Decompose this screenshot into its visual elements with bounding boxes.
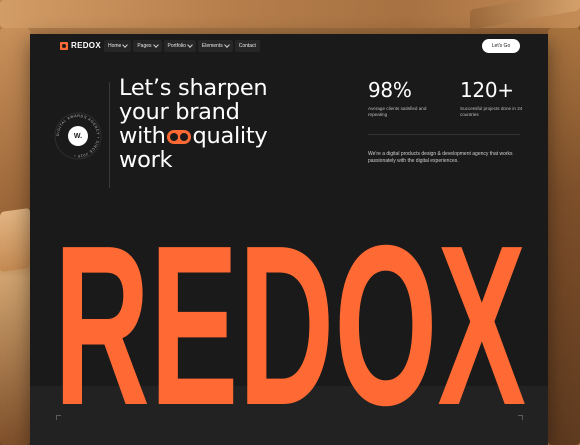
chevron-down-icon <box>223 42 230 48</box>
nav-menu: Home Pages Portfolio Elements Contact <box>104 40 260 52</box>
chevron-down-icon <box>187 42 193 48</box>
badge-center: W. <box>68 126 88 146</box>
nav-item-label: Pages <box>137 43 152 49</box>
infinity-pill-icon <box>166 130 191 144</box>
stats-divider <box>368 134 520 135</box>
redox-wordmark: REDOX <box>54 208 526 408</box>
chevron-down-icon <box>122 42 129 48</box>
stat-satisfaction: 98% Average clients satisfied and repeat… <box>368 78 438 118</box>
nav-item-home[interactable]: Home <box>104 40 132 52</box>
stat-value: 120+ <box>460 78 514 102</box>
nav-item-label: Elements <box>201 43 223 49</box>
nav-item-label: Portfolio <box>167 43 186 49</box>
agency-description: We're a digital products design & develo… <box>368 151 513 164</box>
hero-line-4: work <box>119 147 173 173</box>
stat-projects: 120+ Successful projects done in 24 coun… <box>460 78 530 118</box>
divider-line <box>109 82 110 188</box>
nav-item-pages[interactable]: Pages <box>133 40 162 52</box>
corner-mark-left <box>56 415 61 420</box>
wordmark-text: REDOX <box>54 208 526 408</box>
hero-line-2: your brand <box>119 99 240 125</box>
lets-go-button[interactable]: Let's Go <box>482 39 520 53</box>
stat-value: 98% <box>368 78 412 102</box>
website-mockup: REDOX Home Pages Portfolio Elements Cont… <box>30 34 548 445</box>
hero-line-1: Let’s sharpen <box>119 75 268 101</box>
nav-item-label: Contact <box>238 43 256 49</box>
nav-item-elements[interactable]: Elements <box>197 40 233 52</box>
wood-background-right <box>548 28 580 445</box>
logo[interactable]: REDOX <box>60 41 101 50</box>
chevron-down-icon <box>152 42 159 48</box>
rotating-badge: DIGITAL AWARDS AGENCY • SINCE 2020 • W. <box>54 112 102 160</box>
wood-plank-left <box>0 207 30 273</box>
hero-headline: Let’s sharpen your brand with quality wor… <box>119 76 359 172</box>
nav-item-portfolio[interactable]: Portfolio <box>163 40 196 52</box>
hero-line-3-after: quality <box>192 123 268 149</box>
stat-label: Successful projects done in 24 countries <box>460 106 523 117</box>
logo-text: REDOX <box>71 41 101 50</box>
navbar: REDOX Home Pages Portfolio Elements Cont… <box>30 34 548 60</box>
corner-mark-right <box>518 415 523 420</box>
wordmark-svg: REDOX <box>54 208 526 408</box>
nav-item-contact[interactable]: Contact <box>234 40 260 52</box>
hero-line-3: with quality <box>119 124 359 148</box>
logo-mark-icon <box>60 41 68 50</box>
hero-line-3-before: with <box>119 123 166 149</box>
nav-item-label: Home <box>108 43 122 49</box>
stat-label: Average clients satisfied and repeating <box>368 106 427 117</box>
